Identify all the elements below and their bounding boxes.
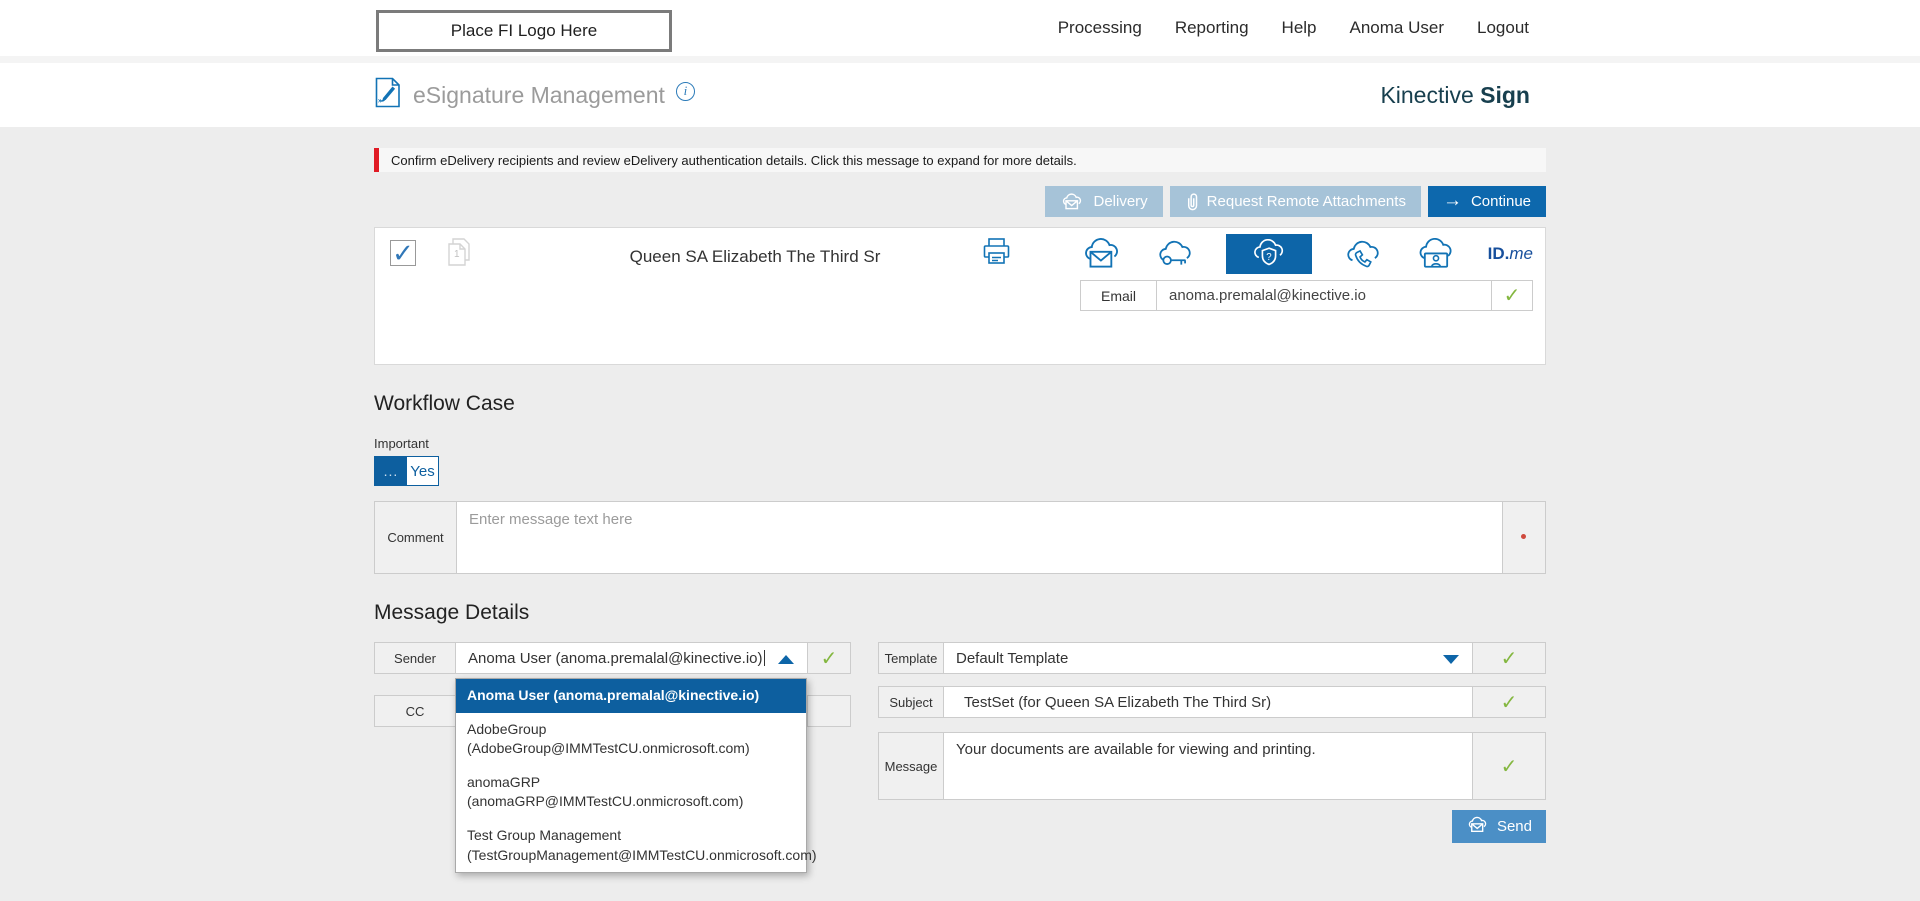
top-nav: Processing Reporting Help Anoma User Log…	[1058, 18, 1529, 38]
text-cursor	[764, 650, 765, 666]
sender-dropdown: Anoma User (anoma.premalal@kinective.io)…	[455, 678, 807, 873]
subject-input[interactable]: TestSet (for Queen SA Elizabeth The Thir…	[943, 687, 1473, 717]
idme-italic: me	[1509, 244, 1533, 264]
subject-label: Subject	[879, 687, 943, 717]
arrow-right-icon: →	[1443, 191, 1462, 210]
dropdown-option[interactable]: anomaGRP (anomaGRP@IMMTestCU.onmicrosoft…	[456, 766, 806, 819]
printer-icon[interactable]	[981, 236, 1012, 272]
green-check-icon: ✓	[1504, 283, 1521, 308]
alert-text: Confirm eDelivery recipients and review …	[391, 153, 1077, 168]
divider	[0, 56, 1920, 63]
send-button[interactable]: Send	[1452, 810, 1546, 843]
alert-banner[interactable]: Confirm eDelivery recipients and review …	[374, 148, 1546, 172]
recipient-checkbox[interactable]: ✓	[390, 240, 416, 266]
fi-logo-placeholder: Place FI Logo Here	[376, 10, 672, 52]
workflow-case-heading: Workflow Case	[374, 392, 1546, 416]
dropdown-option[interactable]: AdobeGroup (AdobeGroup@IMMTestCU.onmicro…	[456, 713, 806, 766]
cloud-envelope-icon	[1060, 193, 1084, 211]
delivery-button[interactable]: Delivery	[1045, 186, 1162, 217]
message-details-columns: Sender Anoma User (anoma.premalal@kinect…	[374, 642, 1546, 843]
nav-reporting[interactable]: Reporting	[1175, 18, 1249, 38]
template-label: Template	[879, 643, 943, 673]
email-valid-indicator: ✓	[1492, 281, 1532, 310]
delivery-label: Delivery	[1093, 193, 1147, 210]
green-check-icon: ✓	[1501, 754, 1518, 779]
green-check-icon: ✓	[1501, 690, 1518, 715]
required-dot-icon	[1521, 534, 1526, 539]
sender-row: Sender Anoma User (anoma.premalal@kinect…	[374, 642, 851, 674]
right-column: Template Default Template ✓ Subject Test…	[878, 642, 1546, 843]
left-column: Sender Anoma User (anoma.premalal@kinect…	[374, 642, 851, 727]
chevron-down-icon[interactable]	[1443, 655, 1459, 664]
template-select[interactable]: Default Template	[943, 643, 1473, 673]
page-title: eSignature Management	[413, 82, 665, 109]
kinective-sign-logo: Kinective Sign	[1380, 82, 1530, 109]
toggle-yes[interactable]: Yes	[407, 457, 438, 485]
message-textarea[interactable]: Your documents are available for viewing…	[943, 733, 1473, 799]
comment-textarea[interactable]: Enter message text here	[456, 502, 1503, 573]
document-count-icon[interactable]: 1	[444, 236, 472, 275]
comment-required-strip	[1503, 502, 1545, 573]
app-header: x eSignature Management i Kinective Sign	[0, 63, 1920, 127]
svg-text:x: x	[378, 99, 381, 105]
photo-id-icon[interactable]	[1414, 238, 1458, 271]
nav-logout[interactable]: Logout	[1477, 18, 1529, 38]
esignature-document-pen-icon: x	[374, 76, 402, 114]
sender-input[interactable]: Anoma User (anoma.premalal@kinective.io)	[455, 643, 808, 673]
subject-row: Subject TestSet (for Queen SA Elizabeth …	[878, 686, 1546, 718]
send-label: Send	[1497, 818, 1532, 835]
subject-valid-indicator: ✓	[1473, 687, 1545, 717]
request-remote-attachments-label: Request Remote Attachments	[1207, 193, 1406, 210]
idme-icon[interactable]: ID.me	[1488, 244, 1533, 264]
authentication-methods: ? ID.me	[1080, 233, 1533, 275]
green-check-icon: ✓	[1501, 646, 1518, 671]
cc-label: CC	[375, 696, 455, 726]
important-label: Important	[374, 436, 1546, 451]
continue-label: Continue	[1471, 193, 1531, 210]
doc-count: 1	[454, 249, 460, 260]
comment-label: Comment	[375, 502, 456, 573]
info-icon[interactable]: i	[676, 82, 695, 101]
idme-bold: ID.	[1488, 244, 1510, 264]
dropdown-option[interactable]: Anoma User (anoma.premalal@kinective.io)	[456, 679, 806, 713]
checkmark-icon: ✓	[392, 242, 414, 265]
important-toggle[interactable]: ... Yes	[374, 456, 439, 486]
sender-label: Sender	[375, 643, 455, 673]
nav-processing[interactable]: Processing	[1058, 18, 1142, 38]
email-delivery-icon[interactable]	[1080, 237, 1124, 271]
request-remote-attachments-button[interactable]: Request Remote Attachments	[1170, 186, 1421, 217]
email-input[interactable]: anoma.premalal@kinective.io	[1157, 281, 1492, 310]
security-question-icon[interactable]: ?	[1226, 234, 1312, 274]
cc-indicator	[808, 696, 850, 726]
svg-text:?: ?	[1266, 252, 1272, 263]
green-check-icon: ✓	[821, 646, 838, 671]
phone-call-icon[interactable]	[1342, 238, 1384, 271]
template-valid-indicator: ✓	[1473, 643, 1545, 673]
top-bar: Place FI Logo Here Processing Reporting …	[0, 0, 1920, 56]
comment-field-row: Comment Enter message text here	[374, 501, 1546, 574]
recipient-card: ✓ 1 Queen SA Elizabeth The Third Sr	[374, 227, 1546, 365]
access-key-icon[interactable]	[1154, 238, 1196, 271]
message-label: Message	[879, 733, 943, 799]
message-valid-indicator: ✓	[1473, 733, 1545, 799]
chevron-up-icon[interactable]	[778, 655, 794, 664]
continue-button[interactable]: → Continue	[1428, 186, 1546, 217]
paperclip-icon	[1185, 192, 1198, 211]
toggle-dots[interactable]: ...	[375, 457, 407, 485]
action-buttons: Delivery Request Remote Attachments → Co…	[374, 186, 1546, 217]
message-row: Message Your documents are available for…	[878, 732, 1546, 800]
email-label: Email	[1081, 281, 1157, 310]
send-row: Send	[878, 810, 1546, 843]
template-row: Template Default Template ✓	[878, 642, 1546, 674]
nav-user[interactable]: Anoma User	[1350, 18, 1444, 38]
main-content: Confirm eDelivery recipients and review …	[374, 127, 1546, 843]
nav-help[interactable]: Help	[1282, 18, 1317, 38]
cloud-envelope-icon	[1466, 816, 1489, 838]
sender-valid-indicator: ✓	[808, 643, 850, 673]
recipient-name: Queen SA Elizabeth The Third Sr	[525, 247, 985, 267]
email-row: Email anoma.premalal@kinective.io ✓	[1080, 280, 1533, 311]
message-details-heading: Message Details	[374, 601, 1546, 625]
dropdown-option[interactable]: Test Group Management (TestGroupManageme…	[456, 819, 806, 872]
